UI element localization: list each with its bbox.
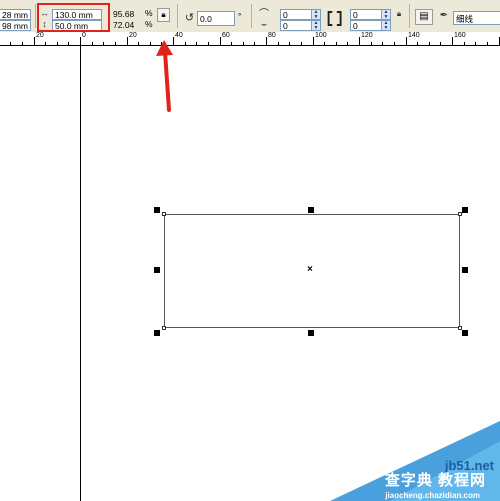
ruler-tick [45, 42, 46, 45]
corner-lock-icon[interactable]: 🔒︎ [394, 8, 404, 19]
ruler-tick [34, 37, 35, 45]
scale-y-field[interactable]: 72.04 [113, 20, 142, 31]
ruler-tick [278, 42, 279, 45]
ruler-tick [382, 42, 383, 45]
lock-icon: 🔒︎ [161, 10, 166, 19]
corner-bottom-left-spinner[interactable]: ▲ ▼ [311, 20, 321, 31]
ruler-tick [487, 42, 488, 45]
ruler-tick [359, 37, 360, 45]
ruler-tick [243, 42, 244, 45]
ruler-label: 20 [129, 32, 137, 39]
rect-node[interactable] [162, 212, 166, 216]
ruler-tick [289, 42, 290, 45]
size-highlight-box [37, 3, 110, 32]
mirror-vertical-icon[interactable]: ⌣ [257, 19, 271, 30]
ruler-label: 100 [315, 32, 327, 39]
ruler-tick [336, 42, 337, 45]
ruler-tick [394, 42, 395, 45]
ruler-tick [208, 42, 209, 45]
ruler-tick [220, 37, 221, 45]
pen-icon: ✒ [439, 10, 449, 21]
ruler-label: 60 [222, 32, 230, 39]
ruler-tick [417, 42, 418, 45]
ruler-tick [138, 42, 139, 45]
corner-top-left-field[interactable]: 0 [280, 9, 312, 20]
ruler-tick [406, 37, 407, 45]
ruler-tick [22, 42, 23, 45]
ruler-label: 140 [408, 32, 420, 39]
selection-handle-bottom-right[interactable] [462, 330, 468, 336]
vertical-guideline[interactable] [80, 46, 81, 501]
outline-width-select[interactable]: 细线 [453, 11, 500, 25]
selection-handle-top[interactable] [308, 207, 314, 213]
ruler-label: 80 [268, 32, 276, 39]
rotation-field[interactable]: 0.0 [197, 11, 235, 26]
corner-tl-icon: ┏ [325, 5, 333, 19]
center-marker-icon[interactable]: × [307, 265, 313, 275]
ruler-tick [452, 37, 453, 45]
scale-x-unit: % [145, 8, 153, 18]
ruler-tick [10, 42, 11, 45]
corner-tr-icon: ┓ [337, 5, 345, 19]
selection-handle-left[interactable] [154, 267, 160, 273]
watermark-title: 查字典 教程网 [384, 472, 486, 489]
scale-x-field[interactable]: 95.68 [113, 9, 142, 20]
ruler-label: 40 [175, 32, 183, 39]
ruler-tick [301, 42, 302, 45]
x-position-field[interactable]: 28 mm [0, 9, 31, 20]
selection-handle-top-right[interactable] [462, 207, 468, 213]
corner-bottom-right-field[interactable]: 0 [350, 20, 382, 31]
red-arrow-annotation [156, 40, 173, 112]
rect-node[interactable] [162, 326, 166, 330]
wrap-text-button[interactable]: ▤ [415, 9, 433, 25]
corner-top-right-spinner[interactable]: ▲ ▼ [381, 9, 391, 20]
property-bar: 28 mm 98 mm ↔ ↕ 130.0 mm 50.0 mm 95.68 7… [0, 0, 500, 33]
watermark-url: jiaocheng.chazidian.com [385, 491, 480, 500]
selection-handle-top-left[interactable] [154, 207, 160, 213]
corner-bottom-left-field[interactable]: 0 [280, 20, 312, 31]
ruler-tick [231, 42, 232, 45]
scale-y-unit: % [145, 19, 153, 29]
ruler-tick [57, 42, 58, 45]
separator [409, 4, 410, 28]
ruler-tick [68, 42, 69, 45]
selection-handle-bottom-left[interactable] [154, 330, 160, 336]
separator [251, 4, 252, 28]
lock-ratio-button[interactable]: 🔒︎ [157, 8, 170, 22]
ruler-tick [115, 42, 116, 45]
ruler-tick [324, 42, 325, 45]
corner-top-left-spinner[interactable]: ▲ ▼ [311, 9, 321, 20]
corner-br-icon: ┛ [337, 18, 345, 32]
rotate-icon: ↺ [184, 12, 195, 24]
ruler-tick [313, 37, 314, 45]
ruler-label: 160 [454, 32, 466, 39]
wrap-text-icon: ▤ [419, 11, 429, 22]
ruler-label: 0 [82, 32, 86, 39]
corner-bottom-right-spinner[interactable]: ▲ ▼ [381, 20, 391, 31]
ruler-label: 20 [36, 32, 44, 39]
ruler-tick [103, 42, 104, 45]
ruler-tick [347, 42, 348, 45]
rotation-unit: ° [238, 11, 242, 21]
y-position-field[interactable]: 98 mm [0, 20, 31, 31]
separator [35, 4, 36, 28]
selection-handle-right[interactable] [462, 267, 468, 273]
ruler-tick [371, 42, 372, 45]
ruler-label: 120 [361, 32, 373, 39]
ruler-tick [92, 42, 93, 45]
horizontal-ruler: 20 0 20 40 60 80 100 120 140 160 [0, 32, 500, 46]
selection-handle-bottom[interactable] [308, 330, 314, 336]
ruler-tick [464, 42, 465, 45]
ruler-tick [196, 42, 197, 45]
ruler-tick [80, 37, 81, 45]
ruler-tick [127, 37, 128, 45]
ruler-tick [254, 42, 255, 45]
corner-bl-icon: ┗ [325, 18, 333, 32]
ruler-tick [429, 42, 430, 45]
corner-top-right-field[interactable]: 0 [350, 9, 382, 20]
ruler-tick [266, 37, 267, 45]
ruler-tick [440, 42, 441, 45]
separator [177, 4, 178, 28]
ruler-tick [475, 42, 476, 45]
